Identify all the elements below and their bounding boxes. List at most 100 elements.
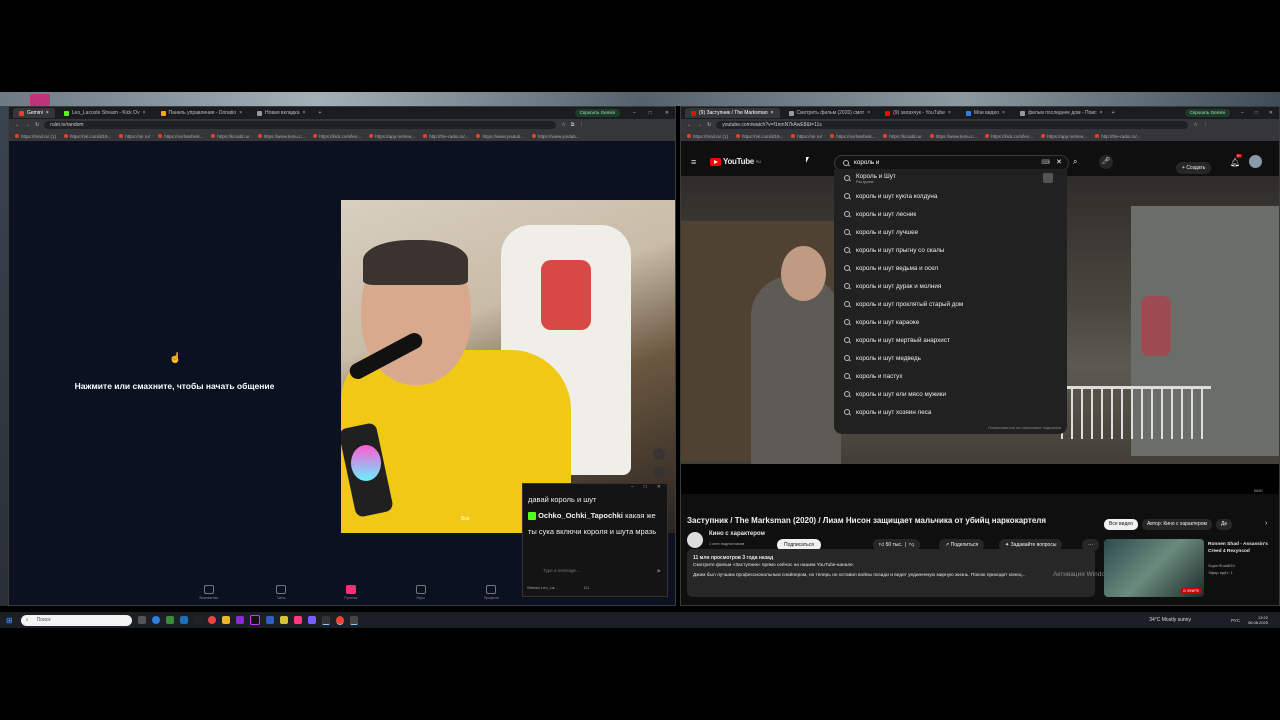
camera-icon[interactable] xyxy=(653,466,665,478)
back-icon[interactable]: ← xyxy=(687,122,692,128)
suggestion-item[interactable]: король и шут хозяин леса xyxy=(834,403,1067,421)
minimize-icon[interactable]: – xyxy=(633,110,636,116)
explorer-icon[interactable] xyxy=(221,616,230,624)
suggestion-item[interactable]: король и шут ели мясо мужики xyxy=(834,385,1067,403)
bookmark-item[interactable]: https://vorlotefank... xyxy=(830,134,875,139)
channel-name[interactable]: Кино с характером xyxy=(709,531,765,537)
suggestion-item[interactable]: король и шут дурак и молния xyxy=(834,277,1067,295)
gemini-button[interactable]: Спросить Gemini xyxy=(574,109,620,117)
search-input[interactable]: король и xyxy=(854,159,879,166)
bookmark-item[interactable]: https://ok.ru/ xyxy=(791,134,822,139)
address-bar[interactable]: youtube.com/watch?v=f1nmN7kAwE8&t=11s xyxy=(716,121,1189,129)
nav-item-3[interactable]: Игры xyxy=(415,585,426,600)
suggestion-item[interactable]: король и шут кукла колдуна xyxy=(834,187,1067,205)
back-icon[interactable]: ← xyxy=(15,122,20,128)
left-tab-2[interactable]: Панель управления - Donatio × xyxy=(155,108,249,118)
clear-search-icon[interactable]: ✕ xyxy=(1056,158,1062,166)
menu-icon[interactable]: ⋮ xyxy=(1203,122,1208,128)
chrome-icon[interactable] xyxy=(207,616,216,624)
extensions-icon[interactable]: ⧉ xyxy=(571,122,575,128)
desktop-app-icon[interactable] xyxy=(30,94,50,106)
youtube-logo[interactable]: YouTube RU xyxy=(710,157,761,166)
suggestion-item[interactable]: король и шут ведьма и осел xyxy=(834,259,1067,277)
window-close-icon[interactable]: ✕ xyxy=(1269,110,1273,116)
right-tab-3[interactable]: Мои видео × xyxy=(960,108,1011,118)
star-icon[interactable]: ☆ xyxy=(1193,122,1197,128)
forward-icon[interactable]: → xyxy=(697,122,702,128)
close-icon[interactable]: × xyxy=(1002,110,1005,116)
microphone-icon[interactable]: 🎤︎ xyxy=(1099,155,1113,169)
bookmark-item[interactable]: https://kick.com/leo... xyxy=(985,134,1033,139)
search-button-icon[interactable]: ⌕ xyxy=(1073,157,1077,167)
suggestion-item[interactable]: король и шут лесник xyxy=(834,205,1067,223)
bookmark-item[interactable]: https://vorlotefank... xyxy=(158,134,203,139)
right-tab-4[interactable]: фильм последнее дом - Поис × xyxy=(1014,108,1109,118)
language-indicator[interactable]: РУС xyxy=(1231,618,1240,623)
nav-item-0[interactable]: Знакомства xyxy=(199,585,218,600)
channel-avatar[interactable] xyxy=(687,532,703,548)
steam-icon[interactable] xyxy=(179,616,188,624)
bell-icon[interactable]: 🔔︎ xyxy=(1230,158,1240,167)
minimize-icon[interactable]: – xyxy=(631,484,634,492)
chip-author[interactable]: Автор: Кино с характером xyxy=(1141,519,1212,530)
suggestion-item[interactable]: король и шут лучшее xyxy=(834,223,1067,241)
bookmark-item[interactable]: https://app.restrea... xyxy=(369,134,415,139)
right-tab-1[interactable]: Смотреть фильм (2020) смот × xyxy=(783,108,877,118)
epic-icon[interactable] xyxy=(193,616,202,624)
bookmark-item[interactable]: https://vk.com/id19... xyxy=(736,134,783,139)
suggestion-item[interactable]: король и пастух xyxy=(834,367,1067,385)
description-box[interactable]: 11 млн просмотров 3 года назад Смотрите … xyxy=(687,549,1095,597)
discord-icon[interactable] xyxy=(307,616,316,624)
taskbar-search[interactable]: ⌕ Поиск xyxy=(20,614,132,626)
twitch-icon[interactable] xyxy=(235,616,244,624)
clock[interactable]: 13:22 06.08.2025 xyxy=(1248,615,1268,625)
weather-widget[interactable]: 34°C Mostly sunny xyxy=(1149,617,1191,623)
close-icon[interactable]: × xyxy=(867,110,870,116)
chevron-right-icon[interactable]: › xyxy=(1265,520,1267,527)
close-icon[interactable]: × xyxy=(771,110,774,116)
chip-all[interactable]: Все видео xyxy=(1104,519,1138,530)
avatar[interactable] xyxy=(1249,155,1262,168)
menu-icon[interactable]: ⋮ xyxy=(579,122,584,128)
windows-start-icon[interactable]: ⊞ xyxy=(6,616,13,625)
suggestion-item[interactable]: король и шут проклятый старый дом xyxy=(834,295,1067,313)
gemini-button[interactable]: Спросить Gemini xyxy=(1184,109,1230,117)
folder-icon[interactable] xyxy=(279,616,288,624)
bookmark-item[interactable]: https://www.youtub... xyxy=(476,134,524,139)
bookmark-item[interactable]: http://the-radio.ru/... xyxy=(1095,134,1140,139)
close-icon[interactable]: × xyxy=(303,110,306,116)
create-button[interactable]: + Создать xyxy=(1176,156,1212,174)
chip-more[interactable]: Де xyxy=(1215,519,1233,530)
bookmark-item[interactable]: https://www.temu.c... xyxy=(929,134,977,139)
send-icon[interactable]: ▶ xyxy=(658,568,661,574)
chat-input[interactable]: Type a message... ▶ xyxy=(527,568,661,577)
close-icon[interactable]: × xyxy=(948,110,951,116)
tiktok-icon[interactable] xyxy=(249,615,260,625)
bookmark-item[interactable]: http://the-radio.ru/... xyxy=(423,134,468,139)
left-tab-0[interactable]: Gemini × xyxy=(13,108,55,118)
hamburger-icon[interactable]: ≡ xyxy=(691,157,696,167)
reload-icon[interactable]: ↻ xyxy=(707,122,711,128)
left-tab-3[interactable]: Новая вкладка × xyxy=(251,108,311,118)
bookmark-item[interactable]: https://www.youtub... xyxy=(531,134,580,139)
photos-icon[interactable] xyxy=(265,616,274,624)
bookmark-item[interactable]: https://www.temu.c... xyxy=(257,134,305,139)
close-icon[interactable]: ✕ xyxy=(657,484,661,492)
nav-item-1[interactable]: Чаты xyxy=(276,585,287,600)
bookmark-item[interactable]: https://korabl.ru/ xyxy=(211,134,250,139)
bookmark-item[interactable]: https://korabl.ru/ xyxy=(883,134,922,139)
suggestion-item[interactable]: король и шут караоке xyxy=(834,313,1067,331)
close-icon[interactable]: × xyxy=(46,110,49,116)
minimize-icon[interactable]: – xyxy=(1241,110,1244,116)
obs-icon[interactable] xyxy=(321,615,330,625)
suggestion-item[interactable]: король и шут мертвый анархист xyxy=(834,331,1067,349)
chrome-active-icon[interactable] xyxy=(335,615,344,625)
bookmark-item[interactable]: https://mail.ru/ (1) xyxy=(15,134,56,139)
left-tab-1[interactable]: Leo_Lacoste Stream - Kick Ov × xyxy=(58,108,152,118)
rotate-icon[interactable] xyxy=(653,448,665,460)
store-icon[interactable] xyxy=(165,616,174,624)
nav-item-2[interactable]: Рулетка xyxy=(344,585,357,600)
related-channel[interactable]: SuperShad833 xyxy=(1208,563,1235,568)
start-prompt[interactable]: Нажмите или смахните, чтобы начать общен… xyxy=(9,381,340,391)
edge-icon[interactable] xyxy=(151,616,160,624)
